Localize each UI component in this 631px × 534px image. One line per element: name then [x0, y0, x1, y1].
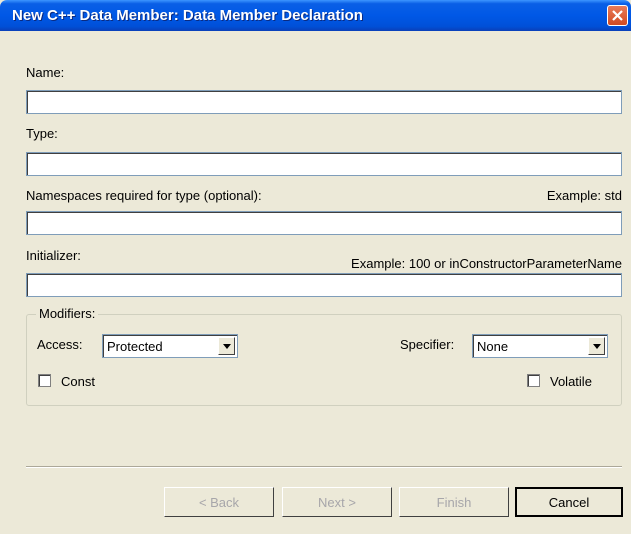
namespaces-input[interactable]: [26, 211, 622, 235]
type-label: Type:: [26, 126, 58, 141]
access-select[interactable]: Protected: [102, 334, 238, 358]
specifier-dropdown-button[interactable]: [588, 337, 605, 355]
access-select-value: Protected: [107, 339, 163, 354]
finish-button[interactable]: Finish: [399, 487, 509, 517]
access-label: Access:: [37, 337, 83, 352]
chevron-down-icon: [592, 343, 601, 349]
name-label: Name:: [26, 65, 65, 80]
volatile-checkbox[interactable]: [527, 374, 540, 387]
volatile-label[interactable]: Volatile: [550, 374, 592, 389]
const-label[interactable]: Const: [61, 374, 95, 389]
type-input[interactable]: [26, 152, 622, 176]
title-bar[interactable]: New C++ Data Member: Data Member Declara…: [0, 0, 631, 31]
back-button[interactable]: < Back: [164, 487, 274, 517]
access-dropdown-button[interactable]: [218, 337, 235, 355]
const-checkbox[interactable]: [38, 374, 51, 387]
specifier-select-value: None: [477, 339, 509, 354]
close-icon: [612, 10, 623, 21]
initializer-input[interactable]: [26, 273, 622, 297]
next-button[interactable]: Next >: [282, 487, 392, 517]
initializer-label: Initializer:: [26, 248, 81, 263]
initializer-example: Example: 100 or inConstructorParameterNa…: [351, 256, 622, 271]
modifiers-group: [26, 314, 622, 406]
chevron-down-icon: [222, 343, 231, 349]
window-title: New C++ Data Member: Data Member Declara…: [12, 7, 363, 24]
specifier-select[interactable]: None: [472, 334, 608, 358]
close-button[interactable]: [607, 5, 628, 26]
specifier-label: Specifier:: [400, 337, 455, 352]
namespaces-label: Namespaces required for type (optional):: [26, 188, 262, 203]
separator: [26, 466, 622, 468]
cancel-button[interactable]: Cancel: [515, 487, 623, 517]
namespaces-example: Example: std: [546, 188, 622, 203]
name-input[interactable]: [26, 90, 622, 114]
modifiers-legend: Modifiers:: [36, 306, 99, 321]
